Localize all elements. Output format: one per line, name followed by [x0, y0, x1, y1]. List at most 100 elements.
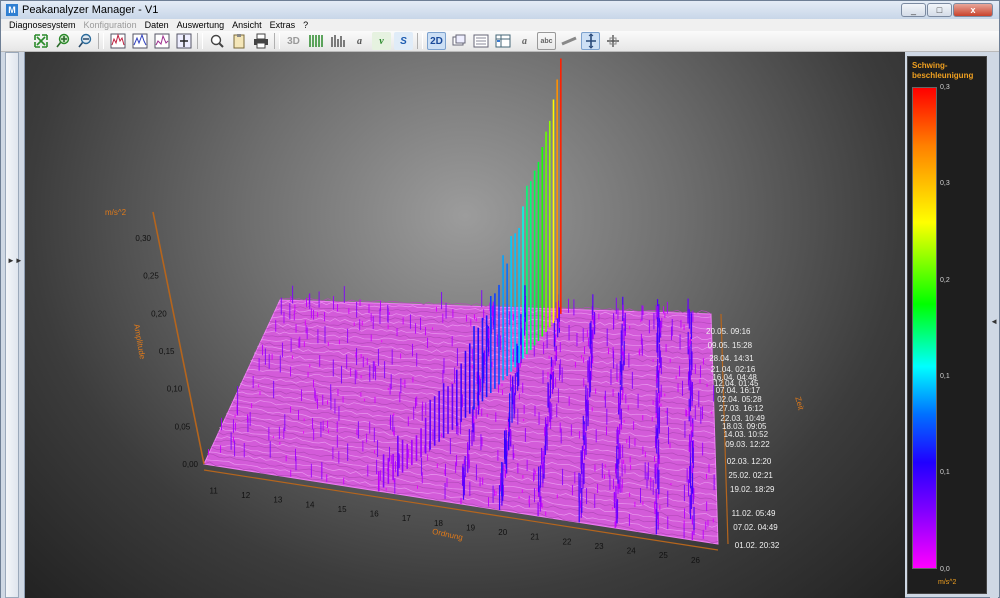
time-tick-label: 19.02. 18:29	[730, 485, 775, 494]
2d-icon[interactable]: 2D	[427, 32, 446, 50]
amplitude-tick-label: 0,15	[159, 347, 175, 356]
expand-left-icon[interactable]: ►►	[7, 256, 23, 265]
time-tick-label: 28.04. 14:31	[709, 354, 754, 363]
expand-right-icon[interactable]: ◄	[990, 317, 998, 326]
clipboard-icon[interactable]	[229, 32, 248, 50]
order-tick-label: 24	[627, 547, 636, 556]
legend-tick: 0,1	[940, 373, 950, 380]
order-tick-label: 23	[595, 542, 604, 551]
color-legend: Schwing-beschleunigung 0,3 0,3 0,2 0,1 0…	[907, 56, 987, 594]
list-icon[interactable]	[471, 32, 490, 50]
menu-konfiguration[interactable]: Konfiguration	[84, 20, 137, 30]
time-tick-label: 02.04. 05:28	[717, 395, 762, 404]
toolbar-separator	[98, 33, 104, 49]
legend-title: Schwing-beschleunigung	[912, 61, 974, 80]
time-tick-label: 09.03. 12:22	[725, 440, 770, 449]
amplitude-axis-label: Amplitude	[132, 323, 147, 360]
table-icon[interactable]	[493, 32, 512, 50]
minimize-icon[interactable]: _	[901, 3, 926, 17]
order-tick-label: 14	[306, 500, 315, 509]
window-title: Peakanalyzer Manager - V1	[22, 4, 159, 16]
close-icon[interactable]: x	[953, 3, 993, 17]
s-icon[interactable]: S	[394, 32, 413, 50]
legend-unit: m/s^2	[938, 579, 957, 586]
marker-icon[interactable]	[174, 32, 193, 50]
time-tick-label: 07.02. 04:49	[733, 523, 778, 532]
menu-ansicht[interactable]: Ansicht	[232, 20, 262, 30]
order-tick-label: 12	[241, 491, 250, 500]
amplitude-tick-label: 0,30	[135, 234, 151, 243]
legend-tick: 0,3	[940, 180, 950, 187]
amplitude-tick-label: 0,25	[143, 272, 159, 281]
order-axis-label: Ordnung	[431, 527, 463, 542]
order-tick-label: 19	[466, 523, 475, 532]
spectrum-view-2-icon[interactable]	[130, 32, 149, 50]
app-icon: M	[6, 4, 18, 16]
amplitude-unit-label: m/s^2	[105, 208, 127, 217]
ruler-icon[interactable]	[559, 32, 578, 50]
order-tick-label: 25	[659, 551, 668, 560]
amplitude-tick-label: 0,05	[175, 422, 191, 431]
split-icon[interactable]	[603, 32, 622, 50]
legend-tick: 0,2	[940, 277, 950, 284]
3d-icon[interactable]: 3D	[284, 32, 303, 50]
zoom-out-icon[interactable]	[75, 32, 94, 50]
toolbar: 3D a v S 2D a abc	[1, 31, 999, 52]
order-tick-label: 11	[209, 486, 218, 495]
waterfall-plot[interactable]: 0,00 0,05 0,10 0,15 0,20 0,25 0,30 Amplitude m/s…	[25, 52, 905, 598]
order-tick-label: 20	[498, 528, 507, 537]
spectrum-view-1-icon[interactable]	[108, 32, 127, 50]
amplitude-tick-label: 0,20	[151, 309, 167, 318]
waterfall-icon[interactable]	[306, 32, 325, 50]
waterfall-svg[interactable]: 0,00 0,05 0,10 0,15 0,20 0,25 0,30 Amplitude m/s…	[25, 52, 905, 598]
bars-icon[interactable]	[328, 32, 347, 50]
legend-tick: 0,0	[940, 566, 950, 573]
abc-icon[interactable]: abc	[537, 32, 556, 50]
menu-help[interactable]: ?	[303, 20, 308, 30]
menu-auswertung[interactable]: Auswertung	[177, 20, 225, 30]
cursor-icon[interactable]	[581, 32, 600, 50]
order-tick-label: 22	[563, 537, 572, 546]
time-tick-label: 27.03. 16:12	[719, 404, 764, 413]
time-tick-label: 25.02. 02:21	[728, 471, 773, 480]
legend-tick: 0,3	[940, 84, 950, 91]
toolbar-separator	[274, 33, 280, 49]
fit-icon[interactable]	[31, 32, 50, 50]
order-tick-label: 16	[370, 510, 379, 519]
amplitude-tick-label: 0,00	[182, 460, 198, 469]
time-tick-label: 20.05. 09:16	[706, 327, 751, 336]
zoom-in-icon[interactable]	[53, 32, 72, 50]
layers-icon[interactable]	[449, 32, 468, 50]
title-bar[interactable]: M Peakanalyzer Manager - V1 _ □ x	[1, 1, 999, 19]
v-icon[interactable]: v	[372, 32, 391, 50]
spectrum-view-3-icon[interactable]	[152, 32, 171, 50]
text-a-icon[interactable]: a	[515, 32, 534, 50]
toolbar-separator	[417, 33, 423, 49]
legend-colorbar	[912, 87, 937, 569]
restore-icon[interactable]: □	[927, 3, 952, 17]
menu-diagnosesystem[interactable]: Diagnosesystem	[9, 20, 76, 30]
italic-a-icon[interactable]: a	[350, 32, 369, 50]
order-tick-label: 21	[530, 533, 539, 542]
menu-extras[interactable]: Extras	[270, 20, 296, 30]
time-tick-label: 01.02. 20:32	[735, 541, 780, 550]
search-icon[interactable]	[207, 32, 226, 50]
time-tick-label: 14.03. 10:52	[724, 430, 769, 439]
time-tick-label: 07.04. 16:17	[716, 386, 761, 395]
toolbar-separator	[197, 33, 203, 49]
order-tick-label: 17	[402, 514, 411, 523]
time-tick-label: 11.02. 05:49	[732, 509, 776, 518]
left-panel-strip	[1, 52, 25, 598]
order-tick-label: 15	[338, 505, 347, 514]
left-panel[interactable]	[5, 52, 19, 598]
legend-tick: 0,1	[940, 469, 950, 476]
time-tick-label: 09.05. 15:28	[708, 341, 753, 350]
time-axis-label: Zeit	[793, 396, 805, 412]
time-tick-label: 02.03. 12:20	[727, 457, 772, 466]
menu-daten[interactable]: Daten	[145, 20, 169, 30]
order-tick-label: 13	[273, 496, 282, 505]
menu-bar: Diagnosesystem Konfiguration Daten Auswe…	[1, 19, 999, 31]
order-tick-label: 26	[691, 556, 700, 565]
amplitude-tick-label: 0,10	[167, 385, 183, 394]
print-icon[interactable]	[251, 32, 270, 50]
